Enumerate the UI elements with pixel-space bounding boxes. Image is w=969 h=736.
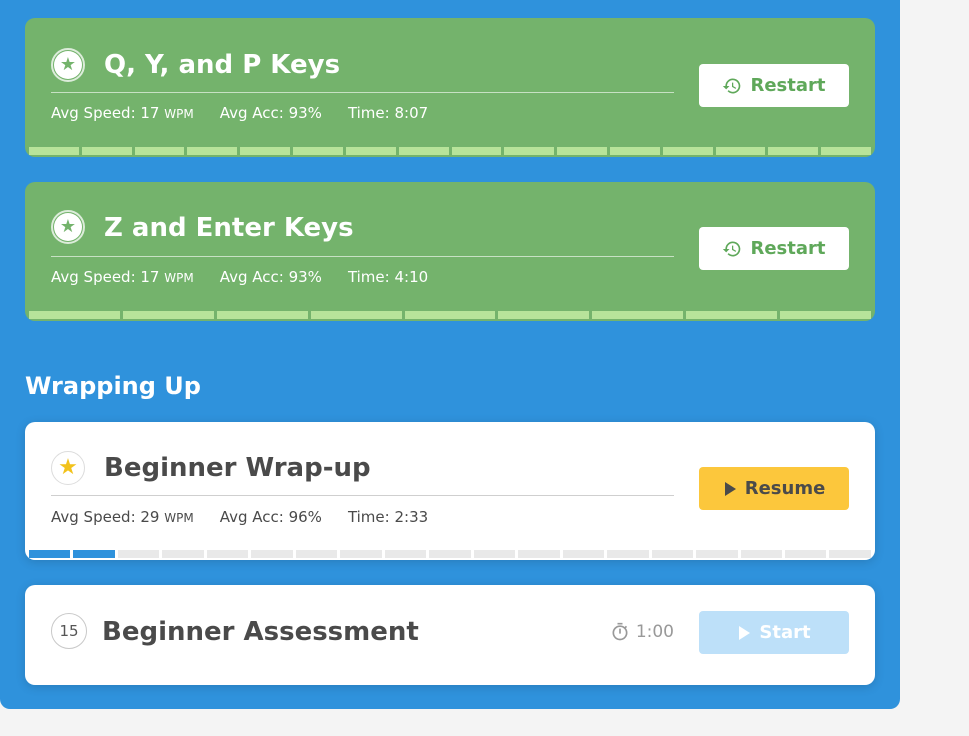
lesson-stats: Avg Speed: 17 WPM Avg Acc: 93% Time: 4:1… (51, 268, 428, 286)
lesson-timer: 1:00 (610, 622, 674, 642)
progress-segment (240, 147, 291, 155)
lesson-title: Z and Enter Keys (104, 213, 354, 243)
progress-bar (25, 147, 875, 157)
title-divider (51, 495, 674, 496)
progress-segment (780, 311, 872, 319)
progress-segment (134, 147, 185, 155)
progress-segment (498, 311, 590, 319)
star-icon: ★ (54, 51, 82, 79)
progress-segment (251, 550, 293, 558)
progress-segment (398, 147, 449, 155)
progress-segment (504, 147, 555, 155)
title-divider (51, 92, 674, 93)
restart-button[interactable]: Restart (699, 64, 849, 107)
resume-button[interactable]: Resume (699, 467, 849, 510)
progress-segment (73, 550, 115, 558)
start-button[interactable]: Start (699, 611, 849, 654)
progress-segment (162, 550, 204, 558)
progress-segment (429, 550, 471, 558)
avg-accuracy: Avg Acc: 96% (219, 508, 322, 526)
avg-accuracy: Avg Acc: 93% (219, 104, 322, 122)
progress-segment (562, 550, 605, 558)
avg-speed: Avg Speed: 29 WPM (51, 508, 194, 526)
lesson-number-badge: 15 (51, 613, 87, 649)
avg-speed: Avg Speed: 17 WPM (51, 268, 194, 286)
history-icon (723, 241, 741, 256)
progress-segment (216, 311, 308, 319)
progress-segment (404, 311, 496, 319)
progress-segment (384, 550, 427, 558)
completed-star-badge: ★ (51, 48, 85, 82)
progress-segment (768, 147, 819, 155)
lesson-card-wrapup[interactable]: ★ Beginner Wrap-up Avg Speed: 29 WPM Avg… (25, 422, 875, 560)
progress-segment (557, 147, 607, 155)
progress-segment (696, 550, 738, 558)
progress-segment (345, 147, 396, 155)
progress-segment (609, 147, 660, 155)
progress-segment (117, 550, 160, 558)
avg-speed: Avg Speed: 17 WPM (51, 104, 194, 122)
progress-segment (451, 147, 502, 155)
progress-segment (473, 550, 516, 558)
lesson-time: Time: 4:10 (347, 268, 429, 286)
progress-segment (662, 147, 713, 155)
progress-segment (29, 147, 79, 155)
section-title: Wrapping Up (25, 372, 201, 400)
progress-segment (686, 311, 778, 319)
completed-star-badge: ★ (51, 210, 85, 244)
title-divider (51, 256, 674, 257)
progress-segment (592, 311, 684, 319)
restart-button[interactable]: Restart (699, 227, 849, 270)
lesson-stats: Avg Speed: 29 WPM Avg Acc: 96% Time: 2:3… (51, 508, 428, 526)
progress-segment (122, 311, 214, 319)
lesson-card-z-enter[interactable]: ★ Z and Enter Keys Avg Speed: 17 WPM Avg… (25, 182, 875, 321)
star-icon: ★ (54, 213, 82, 241)
lesson-title: Beginner Assessment (102, 617, 419, 647)
lesson-title: Beginner Wrap-up (104, 453, 371, 483)
play-icon (739, 625, 751, 640)
progress-segment (310, 311, 402, 319)
play-icon (724, 481, 736, 496)
progress-segment (340, 550, 382, 558)
lesson-time: Time: 2:33 (347, 508, 429, 526)
lesson-title: Q, Y, and P Keys (104, 50, 341, 80)
progress-bar (25, 550, 875, 560)
progress-segment (295, 550, 338, 558)
avg-accuracy: Avg Acc: 93% (219, 268, 322, 286)
lesson-time: Time: 8:07 (347, 104, 429, 122)
lesson-card-assessment[interactable]: 15 Beginner Assessment 1:00 Start (25, 585, 875, 685)
progress-segment (784, 550, 827, 558)
history-icon (723, 78, 741, 93)
progress-segment (29, 311, 120, 319)
stopwatch-icon (612, 622, 628, 641)
progress-segment (740, 550, 782, 558)
progress-segment (187, 147, 238, 155)
lesson-card-qyp[interactable]: ★ Q, Y, and P Keys Avg Speed: 17 WPM Avg… (25, 18, 875, 157)
progress-segment (821, 147, 871, 155)
progress-segment (651, 550, 694, 558)
progress-bar (25, 311, 875, 321)
progress-segment (29, 550, 71, 558)
progress-segment (81, 147, 132, 155)
progress-segment (607, 550, 649, 558)
progress-segment (293, 147, 343, 155)
progress-segment (829, 550, 871, 558)
lesson-panel: ★ Q, Y, and P Keys Avg Speed: 17 WPM Avg… (0, 0, 900, 709)
progress-segment (518, 550, 560, 558)
progress-segment (206, 550, 249, 558)
lesson-stats: Avg Speed: 17 WPM Avg Acc: 93% Time: 8:0… (51, 104, 428, 122)
progress-segment (715, 147, 766, 155)
star-icon: ★ (58, 455, 78, 480)
partial-star-badge: ★ (51, 451, 85, 485)
